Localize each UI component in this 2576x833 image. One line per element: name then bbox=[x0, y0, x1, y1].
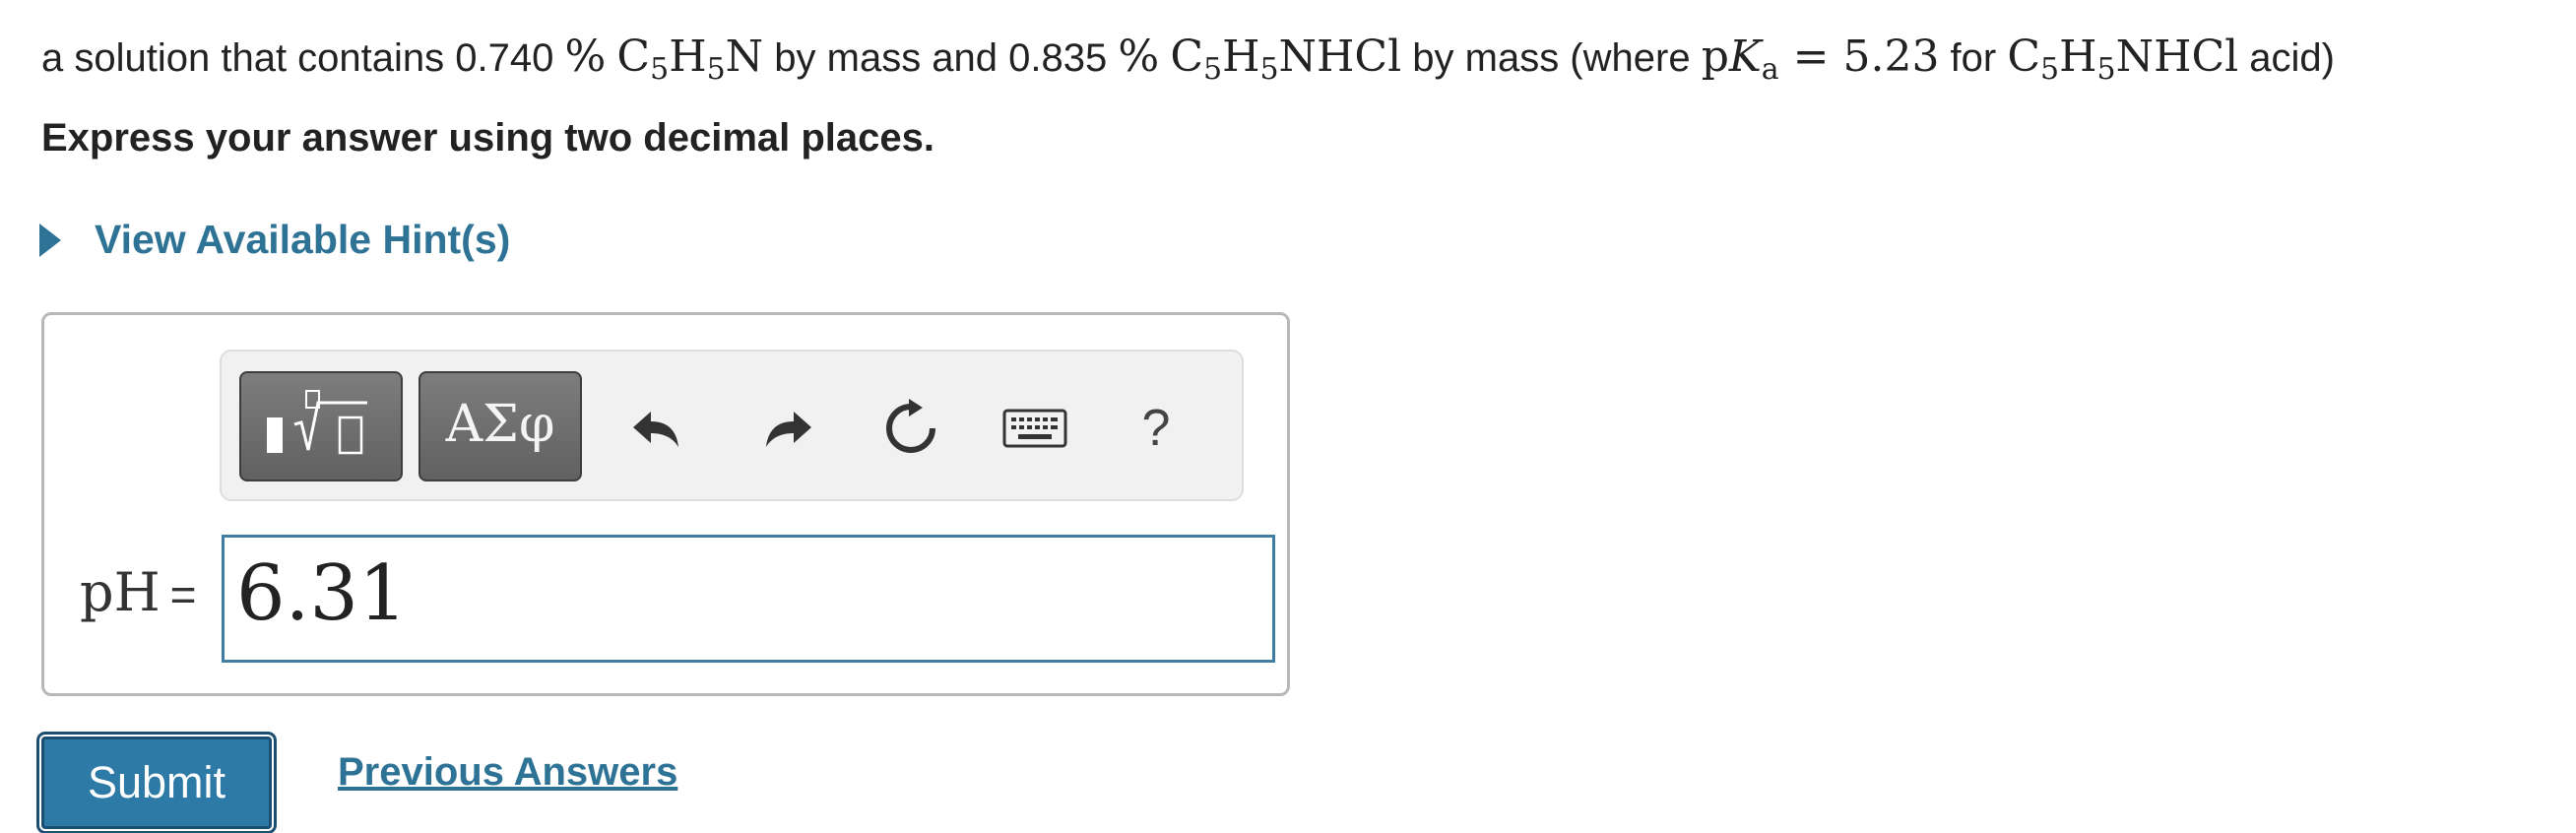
reset-icon[interactable] bbox=[875, 391, 946, 466]
problem-statement: a solution that contains 0.740 % C5H5N b… bbox=[41, 28, 2335, 88]
problem-text: acid) bbox=[2238, 36, 2335, 80]
problem-text: by mass and 0.835 bbox=[763, 36, 1119, 80]
equals-sign: = bbox=[169, 569, 197, 620]
answer-label: pH = bbox=[80, 561, 197, 623]
redo-icon[interactable] bbox=[752, 391, 823, 466]
templates-button[interactable] bbox=[239, 371, 403, 481]
problem-text: by mass (where bbox=[1401, 36, 1702, 80]
symbols-label: ΑΣφ bbox=[445, 395, 555, 454]
view-hints-toggle[interactable]: View Available Hint(s) bbox=[39, 217, 510, 263]
ph-answer-input[interactable]: 6.31 bbox=[222, 535, 1275, 663]
problem-text: a solution that contains 0.740 bbox=[41, 36, 565, 80]
view-hints-label[interactable]: View Available Hint(s) bbox=[95, 217, 510, 263]
percent-symbol: % bbox=[1118, 32, 1160, 82]
previous-answers-link[interactable]: Previous Answers bbox=[338, 750, 677, 795]
instruction-text: Express your answer using two decimal pl… bbox=[41, 116, 935, 160]
templates-icon bbox=[267, 390, 367, 455]
formula-pyridinium-chloride: C5H5NHCl bbox=[1170, 32, 1402, 87]
undo-icon[interactable] bbox=[621, 391, 692, 466]
submit-button[interactable]: Submit bbox=[36, 732, 277, 833]
formula-pyridine: C5H5N bbox=[616, 32, 764, 87]
math-toolbar: ΑΣφ ? bbox=[220, 350, 1244, 501]
answer-panel: ΑΣφ ? pH = 6.31 bbox=[41, 312, 1290, 696]
keyboard-icon[interactable] bbox=[999, 391, 1070, 466]
formula-pyridinium-chloride: C5H5NHCl bbox=[2007, 32, 2239, 87]
ph-symbol: pH bbox=[80, 561, 161, 623]
caret-right-icon bbox=[39, 223, 61, 257]
symbols-button[interactable]: ΑΣφ bbox=[419, 371, 582, 481]
help-icon[interactable]: ? bbox=[1121, 391, 1191, 466]
pka-expression: pKa = 5.23 bbox=[1701, 32, 1940, 87]
percent-symbol: % bbox=[564, 32, 607, 82]
problem-text: for bbox=[1939, 36, 2008, 80]
